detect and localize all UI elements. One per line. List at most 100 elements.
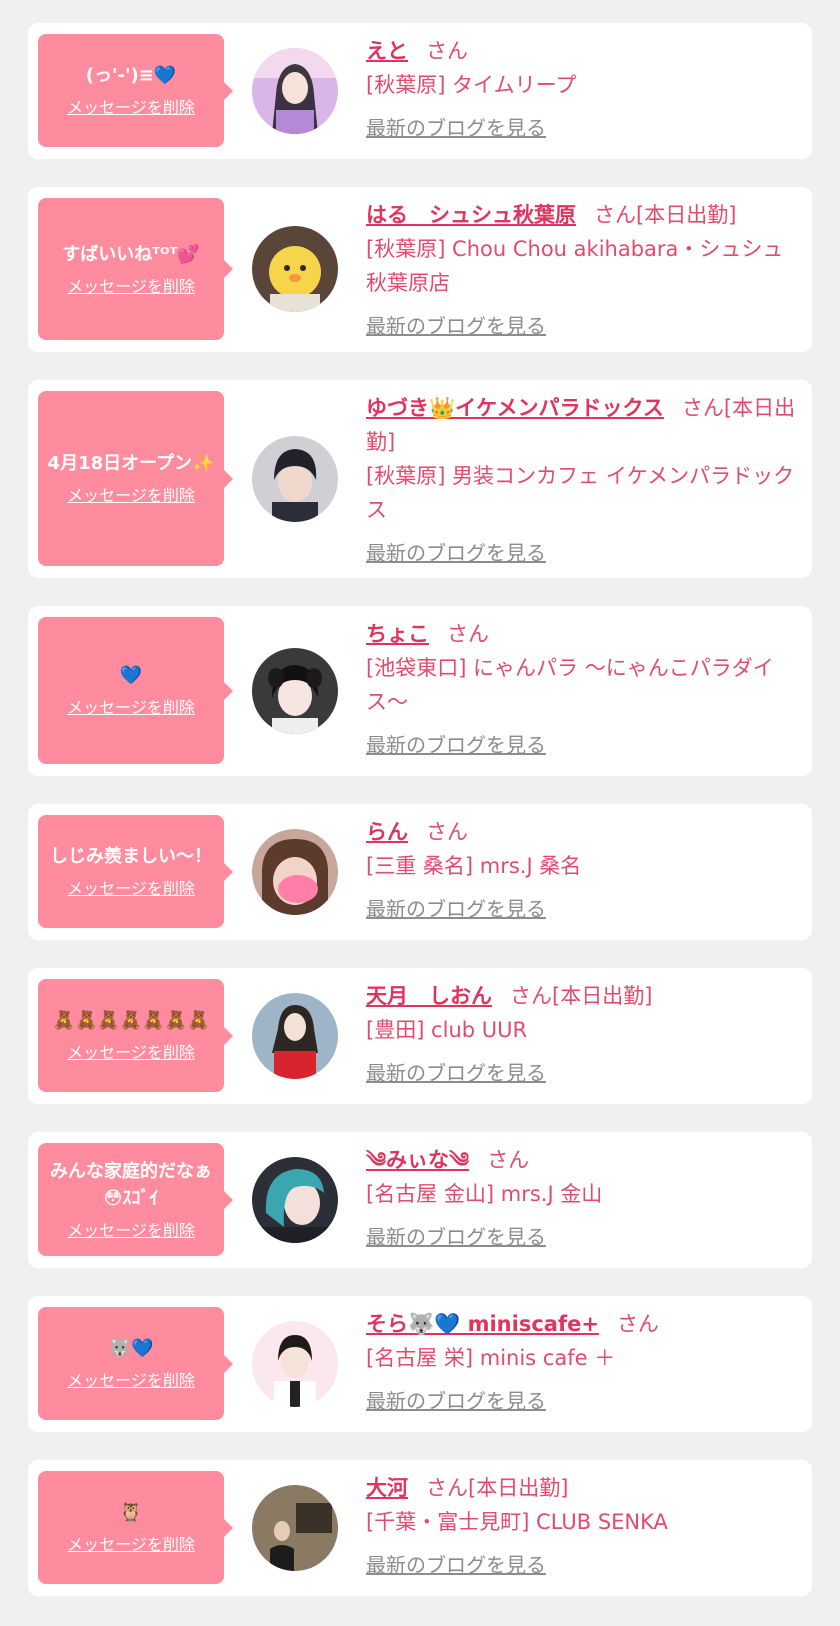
shop-info: [秋葉原] タイムリープ	[366, 73, 577, 97]
message-text: (っ'-')≡💙	[85, 65, 177, 86]
name-line: そら🐺💙 miniscafe+ さん	[366, 1307, 798, 1341]
message-text: 🧸🧸🧸🧸🧸🧸🧸	[52, 1010, 210, 1031]
shop-info: [秋葉原] 男装コンカフェ イケメンパラドックス	[366, 464, 795, 522]
message-bubble: 🦉 メッセージを削除	[38, 1471, 233, 1584]
latest-blog-link[interactable]: 最新のブログを見る	[366, 539, 546, 567]
latest-blog-link[interactable]: 最新のブログを見る	[366, 1387, 546, 1415]
message-text: みんな家庭的だなぁ😳ｽｺﾞｲ	[50, 1160, 212, 1209]
cast-name-link[interactable]: ちょこ	[366, 622, 429, 646]
message-bubble: みんな家庭的だなぁ😳ｽｺﾞｲ メッセージを削除	[38, 1143, 233, 1256]
avatar-container	[224, 34, 366, 147]
cast-info: ちょこ さん [池袋東口] にゃんパラ 〜にゃんこパラダイス〜 最新のブログを見る	[366, 617, 798, 764]
delete-message-link[interactable]: メッセージを削除	[67, 878, 195, 900]
latest-blog-link[interactable]: 最新のブログを見る	[366, 895, 546, 923]
message-bubble: 💙 メッセージを削除	[38, 617, 233, 764]
avatar[interactable]	[252, 435, 338, 522]
name-suffix: さん	[487, 1148, 530, 1172]
message-bubble: (っ'-')≡💙 メッセージを削除	[38, 34, 233, 147]
name-line: はる シュシュ秋葉原 さん[本日出勤]	[366, 198, 798, 232]
name-suffix: さん[本日出勤]	[594, 203, 737, 227]
list-item: しじみ羨ましい〜！ メッセージを削除 らん さん [三重 桑名] mrs.J 桑名…	[28, 804, 812, 940]
avatar-container	[224, 1143, 366, 1256]
cast-info: そら🐺💙 miniscafe+ さん [名古屋 栄] minis cafe ＋ 最…	[366, 1307, 798, 1420]
list-item: すばいいねᵀᴼᵀ💕 メッセージを削除 はる シュシュ秋葉原 さん[本日出勤] [秋…	[28, 187, 812, 352]
name-line: えと さん	[366, 34, 798, 68]
delete-message-link[interactable]: メッセージを削除	[67, 1370, 195, 1392]
name-line: ちょこ さん	[366, 617, 798, 651]
list-item: 🧸🧸🧸🧸🧸🧸🧸 メッセージを削除 天月 しおん さん[本日出勤] [豊田] clu…	[28, 968, 812, 1104]
avatar-container	[224, 1471, 366, 1584]
avatar[interactable]	[252, 226, 338, 312]
message-bubble: しじみ羨ましい〜！ メッセージを削除	[38, 815, 233, 928]
name-line: ゆづき👑イケメンパラドックス さん[本日出勤]	[366, 391, 798, 459]
avatar[interactable]	[252, 647, 338, 734]
latest-blog-link[interactable]: 最新のブログを見る	[366, 114, 546, 142]
delete-message-link[interactable]: メッセージを削除	[67, 276, 195, 298]
shop-info: [秋葉原] Chou Chou akihabara・シュシュ秋葉原店	[366, 237, 784, 295]
name-suffix: さん	[426, 39, 468, 63]
list-item: (っ'-')≡💙 メッセージを削除 えと さん [秋葉原] タイムリープ 最新のブ…	[28, 23, 812, 159]
shop-info: [池袋東口] にゃんパラ 〜にゃんこパラダイス〜	[366, 656, 774, 714]
cast-name-link[interactable]: 天月 しおん	[366, 984, 492, 1008]
latest-blog-link[interactable]: 最新のブログを見る	[366, 1551, 546, 1579]
name-suffix: さん	[426, 820, 468, 844]
avatar[interactable]	[252, 1156, 338, 1243]
name-suffix: さん[本日出勤]	[426, 1476, 569, 1500]
name-line: ༄みぃな༄ さん	[366, 1143, 798, 1177]
avatar[interactable]	[252, 828, 338, 915]
cast-name-link[interactable]: ゆづき👑イケメンパラドックス	[366, 396, 664, 420]
delete-message-link[interactable]: メッセージを削除	[67, 1042, 195, 1064]
name-suffix: さん	[447, 622, 489, 646]
cast-info: ゆづき👑イケメンパラドックス さん[本日出勤] [秋葉原] 男装コンカフェ イケメ…	[366, 391, 798, 566]
cast-info: はる シュシュ秋葉原 さん[本日出勤] [秋葉原] Chou Chou akiha…	[366, 198, 798, 340]
cast-name-link[interactable]: えと	[366, 39, 408, 63]
message-bubble: 🐺💙 メッセージを削除	[38, 1307, 233, 1420]
cast-info: らん さん [三重 桑名] mrs.J 桑名 最新のブログを見る	[366, 815, 798, 928]
shop-info: [名古屋 栄] minis cafe ＋	[366, 1346, 616, 1370]
delete-message-link[interactable]: メッセージを削除	[67, 1534, 195, 1556]
cast-name-link[interactable]: はる シュシュ秋葉原	[366, 203, 576, 227]
message-text: すばいいねᵀᴼᵀ💕	[62, 243, 200, 265]
cast-name-link[interactable]: ༄みぃな༄	[366, 1148, 469, 1172]
message-text: 🐺💙	[108, 1338, 154, 1359]
name-suffix: さん[本日出勤]	[510, 984, 653, 1008]
avatar[interactable]	[252, 47, 338, 134]
list-item: みんな家庭的だなぁ😳ｽｺﾞｲ メッセージを削除 ༄みぃな༄ さん [名古屋 金山]…	[28, 1132, 812, 1268]
shop-info: [豊田] club UUR	[366, 1018, 528, 1042]
latest-blog-link[interactable]: 最新のブログを見る	[366, 1223, 546, 1251]
avatar-container	[224, 979, 366, 1092]
avatar-container	[224, 617, 366, 764]
delete-message-link[interactable]: メッセージを削除	[67, 97, 195, 119]
shop-info: [三重 桑名] mrs.J 桑名	[366, 854, 582, 878]
delete-message-link[interactable]: メッセージを削除	[67, 485, 195, 507]
message-text: 💙	[119, 665, 143, 686]
message-bubble: 🧸🧸🧸🧸🧸🧸🧸 メッセージを削除	[38, 979, 233, 1092]
cast-info: えと さん [秋葉原] タイムリープ 最新のブログを見る	[366, 34, 798, 147]
list-item: 💙 メッセージを削除 ちょこ さん [池袋東口] にゃんパラ 〜にゃんこパラダイス…	[28, 606, 812, 776]
message-list: (っ'-')≡💙 メッセージを削除 えと さん [秋葉原] タイムリープ 最新のブ…	[28, 23, 812, 1624]
message-text: 🦉	[119, 1502, 143, 1523]
cast-name-link[interactable]: 大河	[366, 1476, 408, 1500]
message-text: 4月18日オープン✨	[47, 453, 215, 474]
shop-info: [名古屋 金山] mrs.J 金山	[366, 1182, 603, 1206]
delete-message-link[interactable]: メッセージを削除	[67, 1220, 195, 1242]
cast-name-link[interactable]: そら🐺💙 miniscafe+	[366, 1312, 599, 1336]
cast-name-link[interactable]: らん	[366, 820, 408, 844]
list-item: 4月18日オープン✨ メッセージを削除 ゆづき👑イケメンパラドックス さん[本日出…	[28, 380, 812, 578]
avatar[interactable]	[252, 1320, 338, 1407]
avatar-container	[224, 1307, 366, 1420]
cast-info: 大河 さん[本日出勤] [千葉・富士見町] CLUB SENKA 最新のブログを見…	[366, 1471, 798, 1584]
avatar[interactable]	[252, 992, 338, 1079]
message-text: しじみ羨ましい〜！	[50, 846, 212, 867]
latest-blog-link[interactable]: 最新のブログを見る	[366, 1059, 546, 1087]
avatar[interactable]	[252, 1484, 338, 1571]
name-suffix: さん	[616, 1312, 659, 1336]
avatar-container	[224, 198, 366, 340]
name-line: 大河 さん[本日出勤]	[366, 1471, 798, 1505]
name-line: 天月 しおん さん[本日出勤]	[366, 979, 798, 1013]
name-line: らん さん	[366, 815, 798, 849]
latest-blog-link[interactable]: 最新のブログを見る	[366, 312, 546, 340]
avatar-container	[224, 391, 366, 566]
latest-blog-link[interactable]: 最新のブログを見る	[366, 731, 546, 759]
delete-message-link[interactable]: メッセージを削除	[67, 697, 195, 719]
